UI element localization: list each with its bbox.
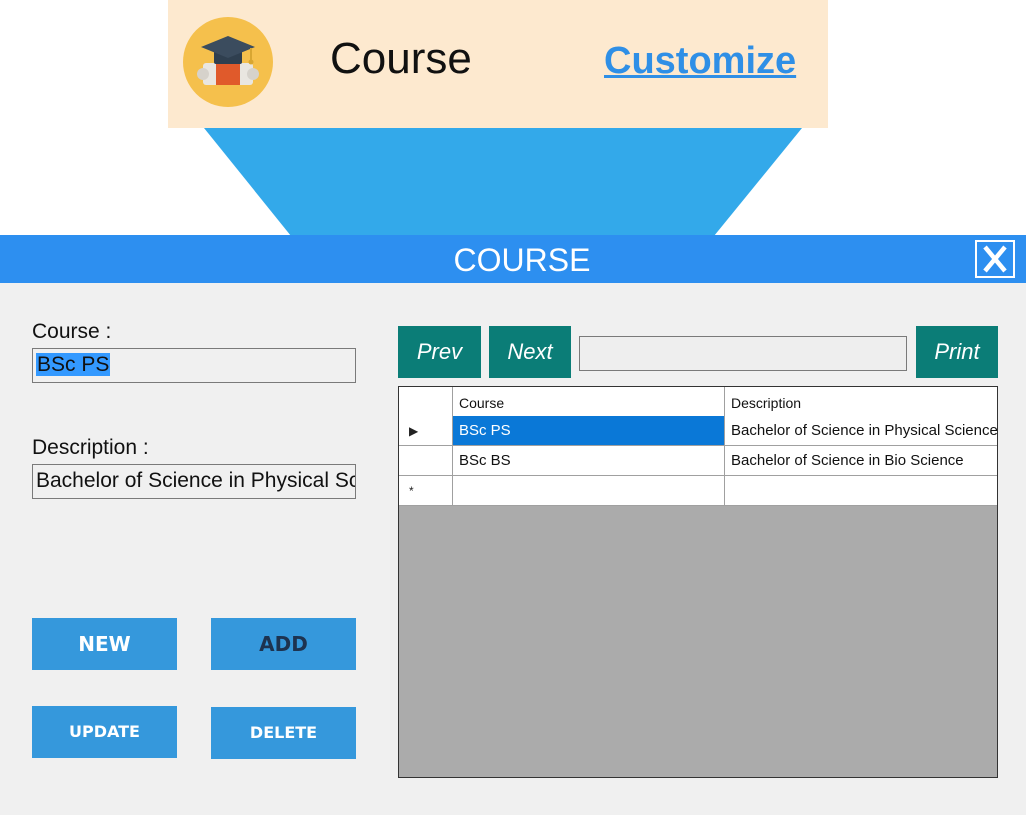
cell-description[interactable]: Bachelor of Science in Bio Science bbox=[725, 446, 997, 475]
add-button[interactable]: ADD bbox=[211, 618, 356, 670]
table-row[interactable]: ▶ BSc PS Bachelor of Science in Physical… bbox=[399, 416, 997, 446]
grid-header-row: Course Description bbox=[399, 387, 997, 417]
course-input[interactable]: BSc PS bbox=[32, 348, 356, 383]
new-row[interactable]: * bbox=[399, 476, 997, 506]
window-titlebar: COURSE bbox=[0, 235, 1026, 283]
table-row[interactable]: BSc BS Bachelor of Science in Bio Scienc… bbox=[399, 446, 997, 476]
description-label: Description : bbox=[32, 436, 149, 459]
cell-course[interactable] bbox=[453, 476, 725, 505]
description-input[interactable]: Bachelor of Science in Physical Science bbox=[32, 464, 356, 499]
current-row-indicator: ▶ bbox=[399, 416, 453, 445]
course-label: Course : bbox=[32, 320, 112, 343]
print-button[interactable]: Print bbox=[916, 326, 998, 378]
course-window: COURSE Course : BSc PS Description : Bac… bbox=[0, 235, 1026, 815]
column-header-course[interactable]: Course bbox=[453, 387, 725, 416]
window-title: COURSE bbox=[453, 242, 591, 278]
course-input-value: BSc PS bbox=[36, 353, 111, 376]
prev-button[interactable]: Prev bbox=[398, 326, 481, 378]
column-header-description[interactable]: Description bbox=[725, 387, 997, 416]
row-header-corner bbox=[399, 387, 453, 416]
cell-description[interactable] bbox=[725, 476, 997, 505]
course-grid[interactable]: Course Description ▶ BSc PS Bachelor of … bbox=[398, 386, 998, 778]
record-position-box[interactable] bbox=[579, 336, 907, 371]
close-button[interactable] bbox=[975, 240, 1015, 278]
banner-title: Course bbox=[330, 34, 472, 83]
cell-course[interactable]: BSc BS bbox=[453, 446, 725, 475]
graduation-cap-icon bbox=[183, 17, 273, 107]
delete-button[interactable]: DELETE bbox=[211, 707, 356, 759]
customize-link[interactable]: Customize bbox=[604, 40, 796, 83]
row-header-cell bbox=[399, 446, 453, 475]
new-button[interactable]: NEW bbox=[32, 618, 177, 670]
next-button[interactable]: Next bbox=[489, 326, 571, 378]
cell-description[interactable]: Bachelor of Science in Physical Science bbox=[725, 416, 997, 445]
update-button[interactable]: UPDATE bbox=[32, 706, 177, 758]
funnel-graphic bbox=[204, 128, 802, 236]
cell-course[interactable]: BSc PS bbox=[453, 416, 725, 445]
new-row-indicator: * bbox=[399, 476, 453, 505]
close-icon bbox=[983, 245, 1007, 273]
